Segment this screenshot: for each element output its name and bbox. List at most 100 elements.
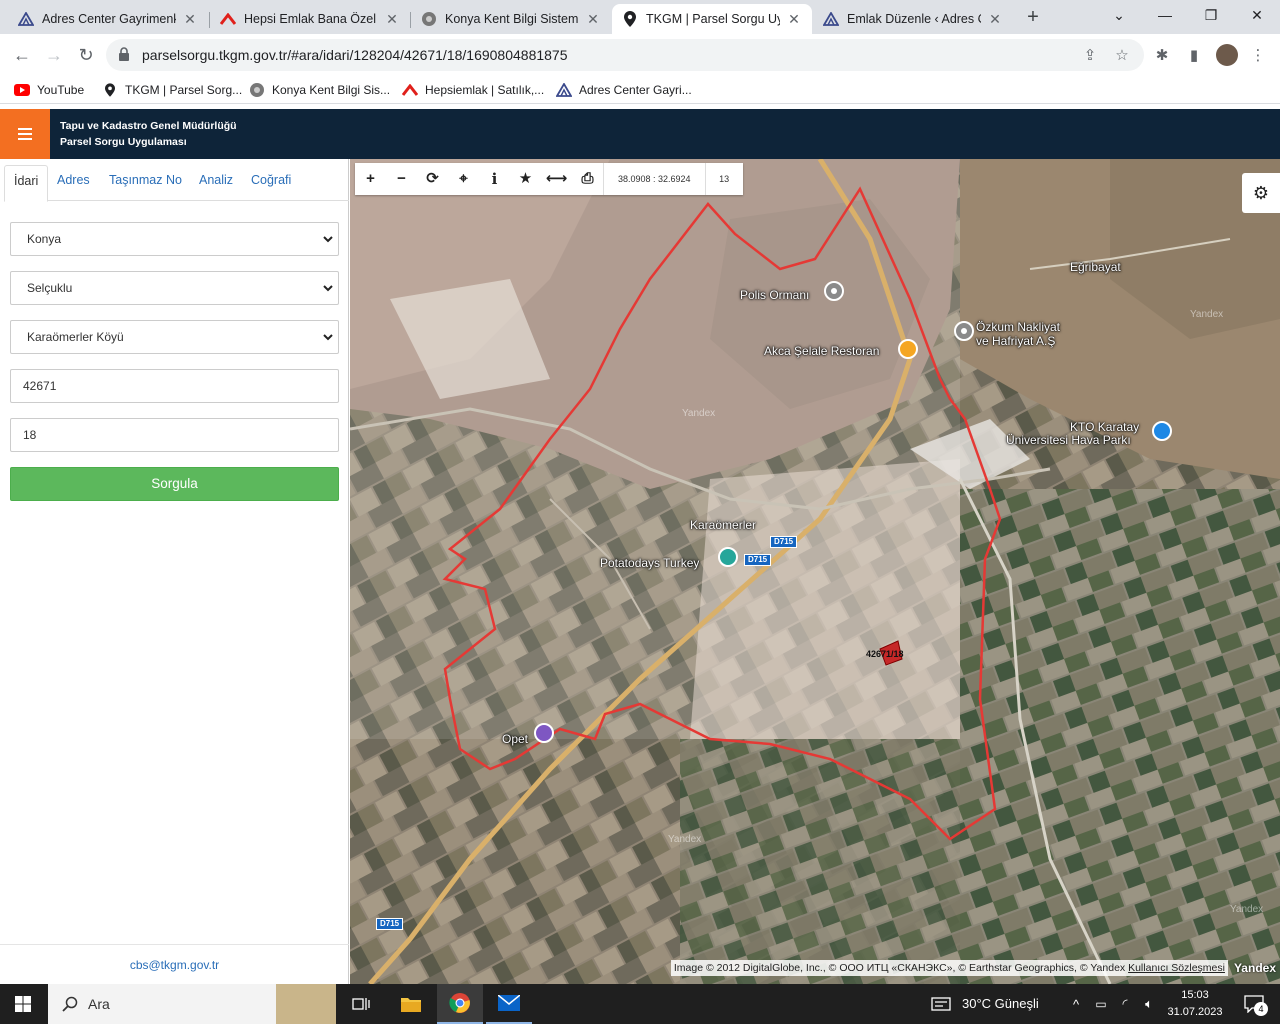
avatar[interactable] <box>1216 44 1238 66</box>
share-icon[interactable]: ⇪ <box>1080 46 1100 66</box>
close-tab-icon[interactable]: ✕ <box>384 11 400 28</box>
yandex-logo: Yandex <box>1233 961 1276 975</box>
block-input[interactable]: 42671 <box>10 369 339 403</box>
close-tab-icon[interactable]: ✕ <box>182 11 198 28</box>
chevron-down-icon <box>323 236 333 243</box>
bookmark-hepsiemlak[interactable]: Hepsiemlak | Satılık,... <box>402 80 544 100</box>
province-select[interactable]: Konya <box>10 222 339 256</box>
star-icon[interactable]: ★ <box>510 163 541 195</box>
browser-tab-konya[interactable]: Konya Kent Bilgi Sistemi ✕ <box>411 4 611 34</box>
zoom-out-icon[interactable]: − <box>386 163 417 195</box>
contact-email-link[interactable]: cbs@tkgm.gov.tr <box>0 944 349 984</box>
map-label-akca: Akca Şelale Restoran <box>764 344 880 358</box>
zoom-in-icon[interactable]: + <box>355 163 386 195</box>
wifi-icon[interactable]: ◜ <box>1114 984 1136 1024</box>
measure-icon[interactable]: ⟷ <box>541 163 572 195</box>
tab-adres[interactable]: Adres <box>48 165 99 201</box>
weather-icon[interactable] <box>926 984 956 1024</box>
map-label-karaomerler: Karaömerler <box>690 518 757 532</box>
yandex-watermark: Yandex <box>668 834 702 845</box>
map-label-ozkum-1: Özkum Nakliyat <box>976 320 1061 334</box>
notification-icon[interactable]: 4 <box>1234 984 1274 1024</box>
parcel-input[interactable]: 18 <box>10 418 339 452</box>
weather-text[interactable]: 30°C Güneşli <box>962 984 1039 1024</box>
hepsiemlak-icon <box>220 11 236 27</box>
query-panel: İdari Adres Taşınmaz No Analiz Coğrafi K… <box>0 159 349 984</box>
menu-dots-icon[interactable]: ⋮ <box>1248 46 1268 66</box>
bookmark-adres-center[interactable]: Adres Center Gayri... <box>556 80 692 100</box>
back-arrow-icon[interactable]: ← <box>8 41 36 69</box>
poi-marker-kto[interactable] <box>1152 421 1172 441</box>
search-highlight-image <box>276 984 336 1024</box>
close-tab-icon[interactable]: ✕ <box>585 11 601 28</box>
close-tab-icon[interactable]: ✕ <box>786 11 802 28</box>
task-view-icon[interactable] <box>338 984 384 1024</box>
zoom-level: 13 <box>704 163 743 195</box>
browser-tab-hepsiemlak[interactable]: Hepsi Emlak Bana Özel ✕ <box>210 4 410 34</box>
close-tab-icon[interactable]: ✕ <box>987 11 1003 28</box>
app-header: Tapu ve Kadastro Genel Müdürlüğü Parsel … <box>0 109 1280 159</box>
bookmark-youtube[interactable]: YouTube <box>14 80 84 100</box>
gear-icon[interactable]: ⚙ <box>1242 173 1280 213</box>
neighborhood-select[interactable]: Karaömerler Köyü <box>10 320 339 354</box>
chevron-up-icon[interactable]: ^ <box>1066 984 1086 1024</box>
url-omnibox[interactable]: parselsorgu.tkgm.gov.tr/#ara/idari/12820… <box>106 39 1144 71</box>
app-title: Tapu ve Kadastro Genel Müdürlüğü Parsel … <box>60 120 237 148</box>
poi-marker-opet[interactable] <box>534 723 554 743</box>
browser-tab-emlak-duzenle[interactable]: Emlak Düzenle ‹ Adres Center ✕ <box>813 4 1013 34</box>
poi-marker-ozkum[interactable] <box>954 321 974 341</box>
poi-marker-akca[interactable] <box>898 339 918 359</box>
address-bar-row: ← → ↻ parselsorgu.tkgm.gov.tr/#ara/idari… <box>0 34 1280 76</box>
browser-tab-tkgm[interactable]: TKGM | Parsel Sorgu Uygulaması ✕ <box>612 4 812 34</box>
youtube-icon <box>14 82 30 98</box>
district-select[interactable]: Selçuklu <box>10 271 339 305</box>
coordinate-readout: 38.0908 : 32.6924 <box>603 163 705 195</box>
tab-search-icon[interactable]: ⌄ <box>1096 0 1142 30</box>
tab-analiz[interactable]: Analiz <box>190 165 242 201</box>
taskbar-search-input[interactable]: Ara <box>48 984 336 1024</box>
minimize-button[interactable]: — <box>1142 0 1188 30</box>
hamburger-menu-icon[interactable] <box>0 109 50 159</box>
info-icon[interactable]: i <box>479 163 510 195</box>
map-attribution: Image © 2012 DigitalGlobe, Inc., © ООО И… <box>670 960 1280 976</box>
poi-marker-polis[interactable] <box>824 281 844 301</box>
mail-icon[interactable] <box>486 984 532 1024</box>
yandex-watermark: Yandex <box>682 408 716 419</box>
print-icon[interactable]: ⎙ <box>572 163 603 195</box>
restore-button[interactable]: ❐ <box>1188 0 1234 30</box>
taskbar-clock[interactable]: 15:03 31.07.2023 <box>1160 987 1230 1021</box>
tab-tasinmaz-no[interactable]: Taşınmaz No <box>100 165 191 201</box>
bookmark-star-icon[interactable]: ☆ <box>1112 46 1132 66</box>
road-badge: D715 <box>770 536 798 548</box>
browser-tab-adres-center[interactable]: Adres Center Gayrimenkul ✕ <box>8 4 208 34</box>
chevron-down-icon <box>323 285 333 292</box>
close-window-button[interactable]: ✕ <box>1234 0 1280 30</box>
extensions-icon[interactable]: ✱ <box>1152 46 1172 66</box>
volume-icon[interactable]: 🔈︎ <box>1138 984 1160 1024</box>
konya-icon <box>421 11 437 27</box>
locate-icon[interactable]: ⌖ <box>448 163 479 195</box>
bookmarks-bar: YouTube TKGM | Parsel Sorg... Konya Kent… <box>0 76 1280 104</box>
adres-center-icon <box>556 82 572 98</box>
adres-center-icon <box>18 11 34 27</box>
tab-cografi[interactable]: Coğrafi <box>242 165 300 201</box>
bookmark-tkgm[interactable]: TKGM | Parsel Sorg... <box>102 80 242 100</box>
file-explorer-icon[interactable] <box>388 984 434 1024</box>
reload-icon[interactable]: ↻ <box>72 41 100 69</box>
terms-link[interactable]: Kullanıcı Sözleşmesi <box>1128 962 1225 974</box>
device-icon[interactable]: ▭ <box>1090 984 1112 1024</box>
satellite-imagery <box>350 159 1280 984</box>
forward-arrow-icon[interactable]: → <box>40 41 68 69</box>
side-panel-icon[interactable]: ▮ <box>1184 46 1204 66</box>
refresh-icon[interactable]: ⟳ <box>417 163 448 195</box>
map-label-opet: Opet <box>502 732 529 746</box>
poi-marker-potatodays[interactable] <box>718 547 738 567</box>
map-view[interactable]: Polis Ormanı Akca Şelale Restoran Özkum … <box>350 159 1280 984</box>
tab-idari[interactable]: İdari <box>4 165 49 202</box>
sorgula-button[interactable]: Sorgula <box>10 467 339 501</box>
bookmark-konya[interactable]: Konya Kent Bilgi Sis... <box>249 80 390 100</box>
chrome-icon[interactable] <box>437 984 483 1024</box>
new-tab-button[interactable]: + <box>1020 4 1046 30</box>
windows-start-icon[interactable] <box>0 984 46 1024</box>
lock-icon <box>119 47 129 61</box>
